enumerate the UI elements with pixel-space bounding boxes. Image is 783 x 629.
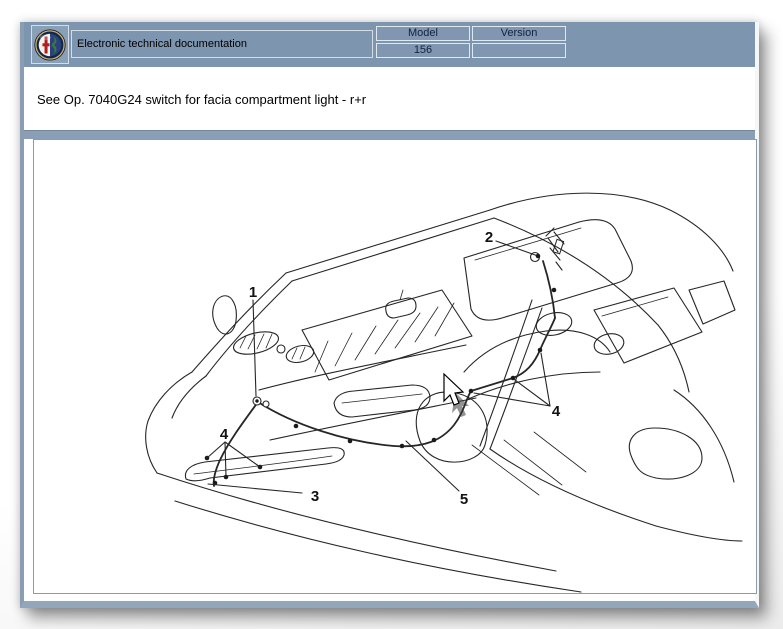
model-version-table: Model Version 156 — [376, 26, 567, 58]
callout-1: 1 — [249, 284, 257, 301]
version-value — [472, 43, 566, 58]
callout-3: 3 — [311, 488, 319, 505]
model-column-header: Model — [376, 26, 470, 41]
callout-2: 2 — [485, 229, 493, 246]
app-window: Electronic technical documentation Model… — [20, 22, 759, 608]
alfa-romeo-logo-icon — [34, 29, 66, 61]
version-column-header: Version — [472, 26, 566, 41]
logo-cell — [31, 25, 69, 64]
illustration-panel: 1 2 4 4 3 5 — [33, 139, 757, 594]
app-title: Electronic technical documentation — [71, 30, 373, 58]
car-wiring-illustration: 1 2 4 4 3 5 — [34, 140, 756, 593]
model-value: 156 — [376, 43, 470, 58]
divider-band — [24, 130, 755, 139]
callout-4-left: 4 — [220, 426, 229, 443]
callout-4-right: 4 — [552, 403, 561, 420]
callout-5: 5 — [460, 491, 468, 508]
operation-title: See Op. 7040G24 switch for facia compart… — [37, 92, 366, 107]
title-area: See Op. 7040G24 switch for facia compart… — [24, 68, 755, 130]
app-header: Electronic technical documentation Model… — [24, 22, 755, 68]
